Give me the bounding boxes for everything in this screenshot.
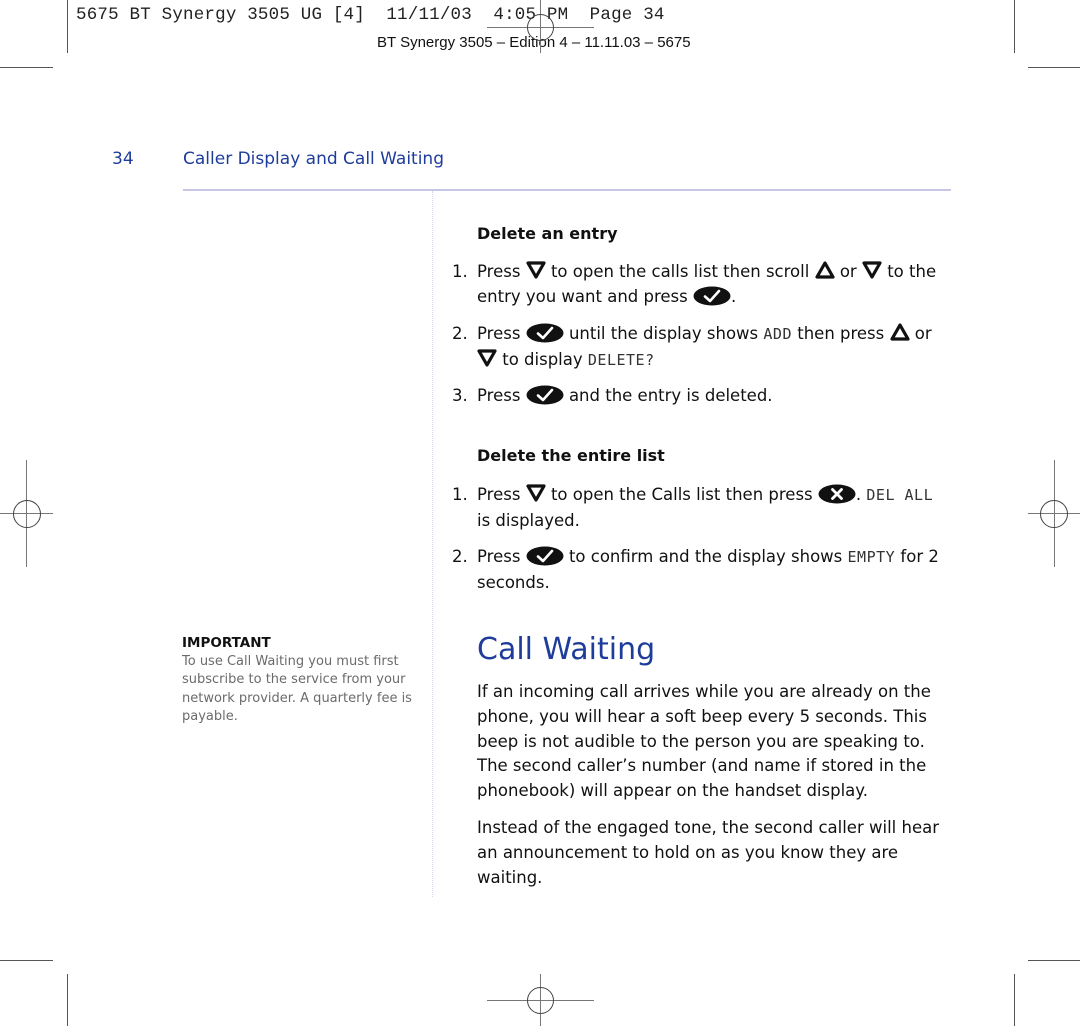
delete-list-step-1: 1. Press to open the Calls list then pre… bbox=[452, 482, 962, 534]
step-text: Press bbox=[477, 262, 521, 281]
step-text: until the display shows bbox=[568, 324, 759, 343]
crop-mark-bottom-left-h bbox=[0, 960, 53, 961]
step-text: Press bbox=[477, 485, 521, 504]
call-waiting-paragraph-2: Instead of the engaged tone, the second … bbox=[477, 818, 939, 887]
step-text: and the entry is deleted. bbox=[568, 386, 773, 405]
crop-mark-bottom-left-v bbox=[67, 974, 68, 1026]
step-number: 3. bbox=[452, 386, 468, 405]
printer-slug: 5675 BT Synergy 3505 UG [4] 11/11/03 4:0… bbox=[76, 5, 665, 25]
ok-check-key-icon bbox=[526, 385, 564, 405]
step-text: to open the calls list then scroll bbox=[550, 262, 810, 281]
up-arrow-key-icon bbox=[890, 323, 910, 341]
crop-mark-bottom-right-v bbox=[1014, 974, 1015, 1026]
header-rule bbox=[183, 189, 951, 191]
lcd-text-del-all: DEL ALL bbox=[866, 486, 934, 504]
call-waiting-heading: Call Waiting bbox=[477, 632, 656, 667]
lcd-text-delete: DELETE? bbox=[587, 351, 655, 369]
step-text: to display bbox=[502, 350, 583, 369]
crop-mark-top-left-v bbox=[67, 0, 68, 53]
delete-list-step-2: 2. Press to confirm and the display show… bbox=[452, 544, 962, 596]
up-arrow-key-icon bbox=[815, 261, 835, 279]
column-divider bbox=[432, 191, 433, 897]
page-number: 34 bbox=[112, 149, 134, 169]
step-text: for 2 bbox=[900, 547, 939, 566]
step-text: to the bbox=[887, 262, 937, 281]
step-number: 1. bbox=[452, 262, 468, 281]
step-text: or bbox=[839, 262, 857, 281]
crop-mark-top-right-v bbox=[1014, 0, 1015, 53]
lcd-text-add: ADD bbox=[763, 325, 792, 343]
important-note-title: IMPORTANT bbox=[182, 635, 271, 651]
ok-check-key-icon bbox=[526, 546, 564, 566]
step-text: Press bbox=[477, 547, 521, 566]
crop-mark-top-left-h bbox=[0, 67, 53, 68]
step-text: Press bbox=[477, 386, 521, 405]
down-arrow-key-icon bbox=[526, 484, 546, 502]
step-text: then press bbox=[797, 324, 885, 343]
delete-entry-step-2: 2. Press until the display shows ADD the… bbox=[452, 321, 962, 373]
step-text: entry you want and press bbox=[477, 287, 688, 306]
ok-check-key-icon bbox=[526, 323, 564, 343]
chapter-title: Caller Display and Call Waiting bbox=[183, 149, 444, 169]
step-text: . bbox=[731, 287, 737, 306]
step-text: is displayed. bbox=[477, 511, 580, 530]
step-text: to open the Calls list then press bbox=[550, 485, 813, 504]
step-text: seconds. bbox=[477, 573, 550, 592]
step-text: . bbox=[855, 485, 862, 504]
crop-mark-bottom-right-h bbox=[1028, 960, 1080, 961]
step-number: 1. bbox=[452, 485, 468, 504]
ok-check-key-icon bbox=[693, 286, 731, 306]
section-heading-delete-list: Delete the entire list bbox=[477, 446, 665, 465]
cancel-x-key-icon bbox=[818, 484, 856, 504]
step-text: or bbox=[914, 324, 932, 343]
delete-entry-step-3: 3. Press and the entry is deleted. bbox=[452, 383, 962, 409]
crop-mark-top-right-h bbox=[1028, 67, 1080, 68]
lcd-text-empty: EMPTY bbox=[847, 548, 896, 566]
down-arrow-key-icon bbox=[526, 261, 546, 279]
down-arrow-key-icon bbox=[862, 261, 882, 279]
important-note-body: To use Call Waiting you must first subsc… bbox=[182, 654, 412, 724]
section-heading-delete-entry: Delete an entry bbox=[477, 224, 618, 243]
step-number: 2. bbox=[452, 547, 468, 566]
step-text: Press bbox=[477, 324, 521, 343]
delete-entry-step-1: 1. Press to open the calls list then scr… bbox=[452, 259, 962, 311]
step-text: to confirm and the display shows bbox=[568, 547, 843, 566]
call-waiting-paragraph-1: If an incoming call arrives while you ar… bbox=[477, 682, 931, 801]
down-arrow-key-icon bbox=[477, 349, 497, 367]
step-number: 2. bbox=[452, 324, 468, 343]
